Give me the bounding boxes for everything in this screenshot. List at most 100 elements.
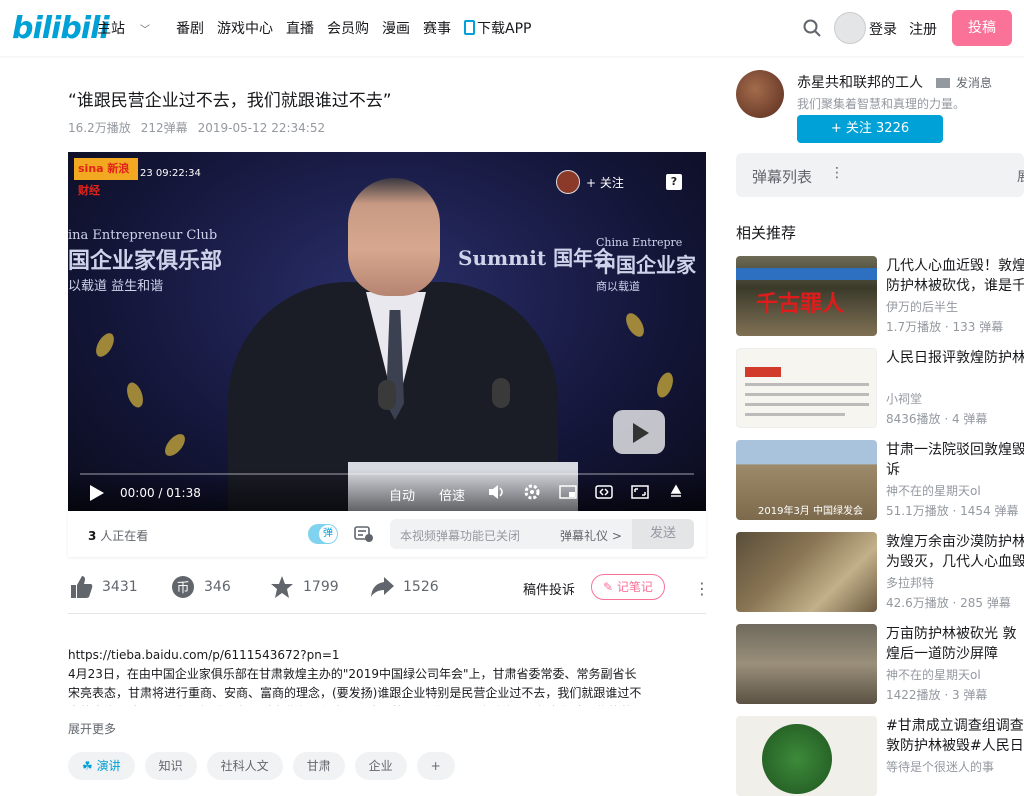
nav-item-live[interactable]: 直播 xyxy=(286,18,314,38)
more-options-icon[interactable]: ⋮ xyxy=(694,579,710,598)
recommend-thumbnail[interactable] xyxy=(736,348,877,428)
recommend-item-author[interactable]: 多拉邦特 xyxy=(886,574,934,591)
danmaku-count: 212弹幕 xyxy=(140,121,188,135)
send-danmaku-button[interactable]: 发送 xyxy=(632,519,694,549)
nav-item-anime[interactable]: 番剧 xyxy=(176,18,204,38)
send-message-link[interactable]: 发消息 xyxy=(936,74,992,91)
recommend-item[interactable]: 人民日报评敦煌防护林 小祠堂 8436播放 · 4 弹幕 xyxy=(736,348,1024,428)
recommend-item-title: #甘肃成立调查组调查敦防护林被毁#人民日报 xyxy=(886,718,1024,754)
recommend-item-stats: 1.7万播放 · 133 弹幕 xyxy=(886,320,1004,334)
take-notes-button[interactable]: ✎ 记笔记 xyxy=(591,574,665,600)
tag-list: ☘ 演讲 知识 社科人文 甘肃 企业 + xyxy=(68,752,455,780)
recommend-item-author[interactable]: 等待是个很迷人的事 xyxy=(886,758,994,775)
speed-button[interactable]: 倍速 xyxy=(439,485,465,504)
login-link[interactable]: 登录 xyxy=(869,19,897,39)
add-tag-button[interactable]: + xyxy=(416,752,455,780)
nav-item-main[interactable]: 主站 ﹀ xyxy=(97,18,163,38)
uploader-mini-avatar xyxy=(556,170,580,194)
tag-item[interactable]: 知识 xyxy=(144,752,197,780)
danmaku-toggle[interactable] xyxy=(308,524,338,544)
uploader-name[interactable]: 赤星共和联邦的工人 xyxy=(797,72,923,92)
recommend-item-author[interactable]: 小祠堂 xyxy=(886,390,922,407)
progress-bar[interactable] xyxy=(80,473,694,475)
publish-date: 2019-05-12 22:34:52 xyxy=(197,121,326,135)
danmaku-list-header[interactable]: 弹幕列表 ⋮ 展 xyxy=(736,153,1024,197)
tag-channel[interactable]: ☘ 演讲 xyxy=(68,752,135,780)
video-actions: 3431 币 346 1799 1526 稿件投诉 ✎ 记笔记 ⋮ xyxy=(68,570,710,606)
danmaku-list-expand[interactable]: 展 xyxy=(1017,166,1024,185)
recommend-title: 相关推荐 xyxy=(736,224,797,242)
viewer-count: 3 人正在看 xyxy=(88,529,149,543)
tag-item[interactable]: 社科人文 xyxy=(206,752,283,780)
recommend-item[interactable]: #甘肃成立调查组调查敦防护林被毁#人民日报 等待是个很迷人的事 xyxy=(736,716,1024,796)
danmaku-etiquette-link[interactable]: 弹幕礼仪 > xyxy=(560,527,622,544)
recommend-item-title: 人民日报评敦煌防护林 xyxy=(886,350,1024,366)
like-button[interactable]: 3431 xyxy=(68,574,138,600)
speaker-head xyxy=(348,178,440,296)
recommend-thumbnail[interactable] xyxy=(736,624,877,704)
recommend-item-stats: 51.1万播放 · 1454 弹幕 xyxy=(886,504,1019,518)
volume-icon[interactable] xyxy=(487,484,505,500)
recommend-thumbnail[interactable] xyxy=(736,716,877,796)
settings-gear-icon[interactable] xyxy=(523,484,541,500)
danmaku-placeholder: 本视频弹幕功能已关闭 xyxy=(400,529,521,543)
share-button[interactable]: 1526 xyxy=(369,574,439,600)
note-icon: ✎ xyxy=(603,580,617,594)
recommend-item[interactable]: 万亩防护林被砍光 敦煌后一道防沙屏障 神不在的星期天ol 1422播放 · 3 … xyxy=(736,624,1024,704)
coin-icon: 币 xyxy=(172,576,194,598)
recommend-item-title: 敦煌万余亩沙漠防护林为毁灭，几代人心血毁 xyxy=(886,534,1024,570)
nav-item-download-app[interactable]: 下载APP xyxy=(464,18,544,38)
danmaku-settings-icon[interactable] xyxy=(354,525,374,543)
help-icon[interactable]: ? xyxy=(666,174,682,190)
video-player[interactable]: ina Entrepreneur Club 国企业家俱乐部 以载道 益生和谐 S… xyxy=(68,152,706,511)
svg-text:币: 币 xyxy=(176,581,189,596)
recommend-item[interactable]: 2019年3月 中国绿发会 甘肃一法院驳回敦煌毁诉 神不在的星期天ol 51.1… xyxy=(736,440,1024,520)
uploader-avatar[interactable] xyxy=(736,70,784,118)
recommend-thumbnail[interactable]: 千古罪人 xyxy=(736,256,877,336)
stage-banner-middle: Summit 国年会 xyxy=(458,246,614,270)
nav-item-game-center[interactable]: 游戏中心 xyxy=(217,18,273,38)
recommend-thumbnail[interactable]: 2019年3月 中国绿发会 xyxy=(736,440,877,520)
uploader-signature: 我们聚集着智慧和真理的力量。 xyxy=(797,97,966,111)
pip-icon[interactable] xyxy=(559,484,577,500)
recommend-item-author[interactable]: 伊万的后半生 xyxy=(886,298,958,315)
main-nav: 主站 ﹀ 番剧 游戏中心 直播 会员购 漫画 赛事 下载APP xyxy=(97,18,557,38)
share-arrow-icon xyxy=(371,577,394,597)
search-icon[interactable] xyxy=(803,19,821,37)
recommend-item-author[interactable]: 神不在的星期天ol xyxy=(886,666,981,683)
bilibili-logo[interactable]: bilibili xyxy=(12,11,110,46)
widescreen-icon[interactable] xyxy=(595,484,613,500)
fullscreen-icon[interactable] xyxy=(667,484,685,500)
recommend-item-title: 万亩防护林被砍光 敦煌后一道防沙屏障 xyxy=(886,626,1017,662)
nav-item-manga[interactable]: 漫画 xyxy=(382,18,410,38)
coin-button[interactable]: 币 346 xyxy=(170,574,231,600)
recommend-item-author[interactable]: 神不在的星期天ol xyxy=(886,482,981,499)
player-controls: 00:00 / 01:38 自动 倍速 xyxy=(68,469,706,511)
report-link[interactable]: 稿件投诉 xyxy=(523,579,575,598)
bilibili-tv-icon[interactable] xyxy=(613,410,665,454)
webfullscreen-icon[interactable] xyxy=(631,484,649,500)
description-link[interactable]: https://tieba.baidu.com/p/6111543672?pn=… xyxy=(68,646,642,665)
danmaku-list-menu-icon[interactable]: ⋮ xyxy=(830,165,844,181)
favorite-button[interactable]: 1799 xyxy=(269,574,339,600)
user-avatar[interactable] xyxy=(834,12,866,44)
follow-button[interactable]: + 关注 3226 xyxy=(797,115,943,143)
player-follow-button[interactable]: + 关注 xyxy=(556,170,624,194)
recommend-item[interactable]: 千古罪人 几代人心血近毁！敦煌防护林被砍伐，谁是千 伊万的后半生 1.7万播放 … xyxy=(736,256,1024,336)
tag-item[interactable]: 甘肃 xyxy=(292,752,345,780)
register-link[interactable]: 注册 xyxy=(909,19,937,39)
nav-item-shop[interactable]: 会员购 xyxy=(327,18,369,38)
nav-item-esports[interactable]: 赛事 xyxy=(423,18,451,38)
tag-item[interactable]: 企业 xyxy=(354,752,407,780)
recommend-item[interactable]: 敦煌万余亩沙漠防护林为毁灭，几代人心血毁 多拉邦特 42.6万播放 · 285 … xyxy=(736,532,1024,612)
thumbs-up-icon xyxy=(71,576,93,598)
danmaku-input[interactable]: 本视频弹幕功能已关闭 弹幕礼仪 > 发送 xyxy=(390,519,694,549)
play-icon[interactable] xyxy=(90,485,104,501)
microphone xyxy=(492,378,510,408)
stage-banner-left: ina Entrepreneur Club 国企业家俱乐部 以载道 益生和谐 xyxy=(68,228,223,294)
recommend-thumbnail[interactable] xyxy=(736,532,877,612)
expand-more-button[interactable]: 展开更多 xyxy=(68,720,116,737)
danmaku-sending-bar: 3 人正在看 本视频弹幕功能已关闭 弹幕礼仪 > 发送 xyxy=(68,511,706,557)
quality-button[interactable]: 自动 xyxy=(389,485,415,504)
upload-button[interactable]: 投稿 xyxy=(952,10,1012,46)
